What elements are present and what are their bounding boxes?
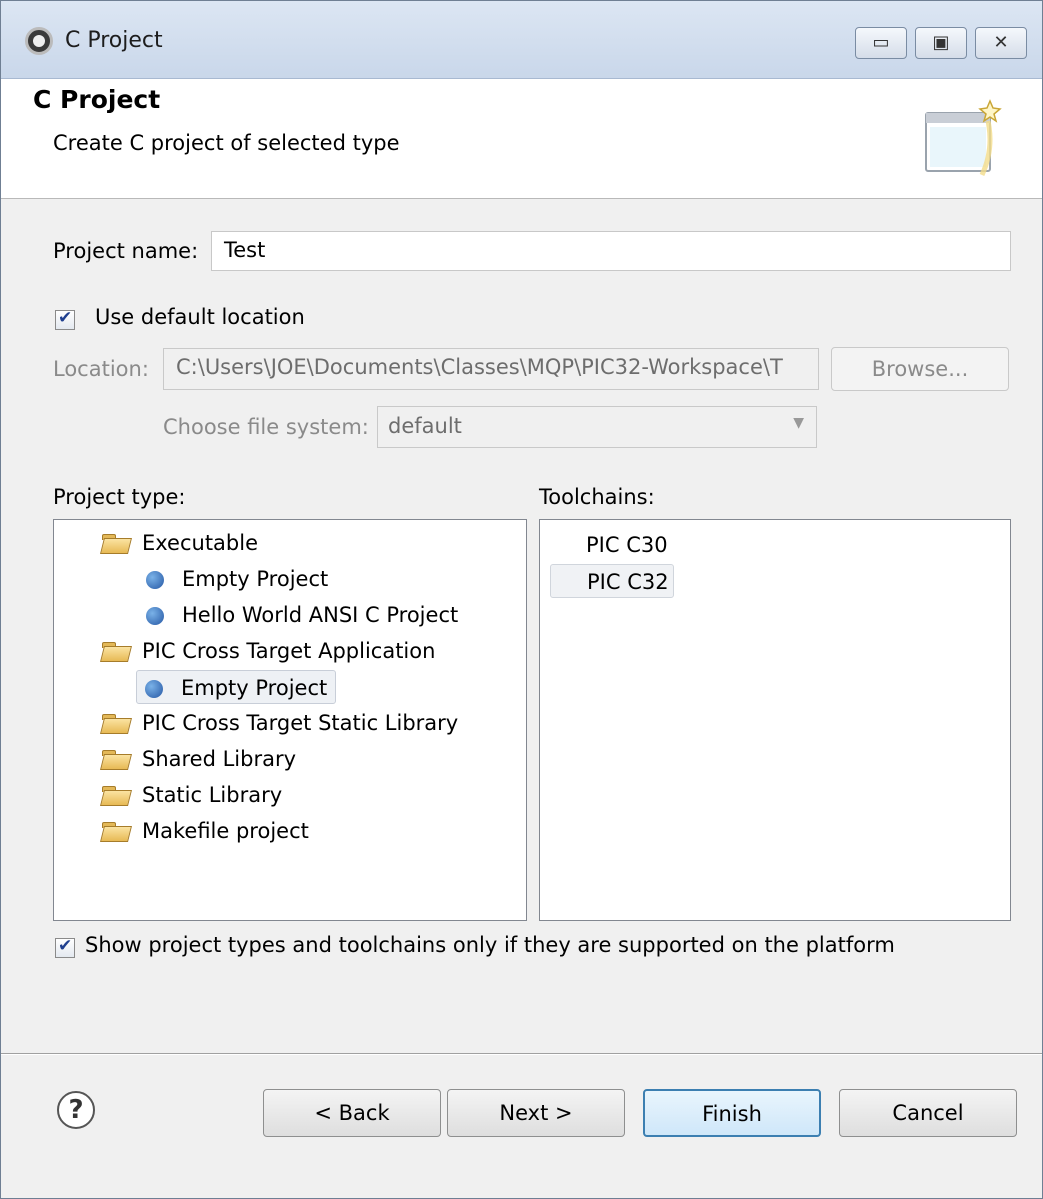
project-name-input[interactable]: Test <box>211 231 1011 271</box>
tree-item-pic-cross-target-static-library[interactable]: PIC Cross Target Static Library <box>102 706 458 740</box>
use-default-location-label: Use default location <box>95 305 305 329</box>
tree-item-hello-world[interactable]: Hello World ANSI C Project <box>146 598 458 632</box>
eclipse-app-icon <box>25 27 53 55</box>
minimize-button[interactable]: ▭ <box>855 27 907 59</box>
location-input[interactable]: C:\Users\JOE\Documents\Classes\MQP\PIC32… <box>163 348 819 390</box>
back-button[interactable]: < Back <box>263 1089 441 1137</box>
location-label: Location: <box>53 357 149 381</box>
folder-open-icon <box>102 822 132 842</box>
project-template-icon <box>146 607 164 625</box>
minimize-icon: ▭ <box>872 32 890 53</box>
cancel-button[interactable]: Cancel <box>839 1089 1017 1137</box>
file-system-label: Choose file system: <box>163 415 369 439</box>
window-title: C Project <box>65 28 163 53</box>
use-default-location-checkbox[interactable] <box>55 308 75 330</box>
toolchain-item-pic-c32[interactable]: PIC C32 <box>550 564 674 598</box>
new-project-wizard-icon <box>925 99 1002 177</box>
project-template-icon <box>145 680 163 698</box>
project-name-label: Project name: <box>53 239 199 263</box>
page-description: Create C project of selected type <box>53 131 400 155</box>
toolchains-label: Toolchains: <box>539 485 655 509</box>
c-project-dialog: C Project ▭ ▣ ✕ C Project Create C proje… <box>0 0 1043 1199</box>
folder-open-icon <box>102 786 132 806</box>
finish-button[interactable]: Finish <box>643 1089 821 1137</box>
button-bar-separator <box>1 1053 1042 1055</box>
folder-open-icon <box>102 714 132 734</box>
wizard-banner: C Project Create C project of selected t… <box>1 79 1042 199</box>
project-type-tree[interactable]: Executable Empty Project Hello World ANS… <box>53 519 527 921</box>
project-template-icon <box>146 571 164 589</box>
folder-open-icon <box>102 750 132 770</box>
show-supported-only-label: Show project types and toolchains only i… <box>85 933 895 957</box>
toolchains-list[interactable]: PIC C30 PIC C32 <box>539 519 1011 921</box>
tree-item-empty-project[interactable]: Empty Project <box>146 562 328 596</box>
file-system-select[interactable]: default ▼ <box>377 406 817 448</box>
maximize-icon: ▣ <box>932 32 950 53</box>
file-system-value: default <box>388 414 462 438</box>
help-icon[interactable]: ? <box>57 1091 95 1129</box>
tree-item-pic-cross-target-application[interactable]: PIC Cross Target Application <box>102 634 435 668</box>
tree-item-empty-project-selected[interactable]: Empty Project <box>136 670 337 704</box>
tree-item-shared-library[interactable]: Shared Library <box>102 742 296 776</box>
close-icon: ✕ <box>993 32 1009 53</box>
tree-item-executable[interactable]: Executable <box>102 526 258 560</box>
maximize-button[interactable]: ▣ <box>915 27 967 59</box>
close-button[interactable]: ✕ <box>975 27 1027 59</box>
folder-open-icon <box>102 534 132 554</box>
tree-item-makefile-project[interactable]: Makefile project <box>102 814 309 848</box>
page-title: C Project <box>33 85 161 114</box>
toolchain-item-pic-c30[interactable]: PIC C30 <box>586 528 668 562</box>
title-bar: C Project ▭ ▣ ✕ <box>1 1 1042 79</box>
folder-open-icon <box>102 642 132 662</box>
tree-item-static-library[interactable]: Static Library <box>102 778 282 812</box>
chevron-down-icon: ▼ <box>793 415 804 431</box>
project-type-label: Project type: <box>53 485 186 509</box>
browse-button[interactable]: Browse... <box>831 347 1009 391</box>
next-button[interactable]: Next > <box>447 1089 625 1137</box>
show-supported-only-checkbox[interactable] <box>55 936 75 958</box>
